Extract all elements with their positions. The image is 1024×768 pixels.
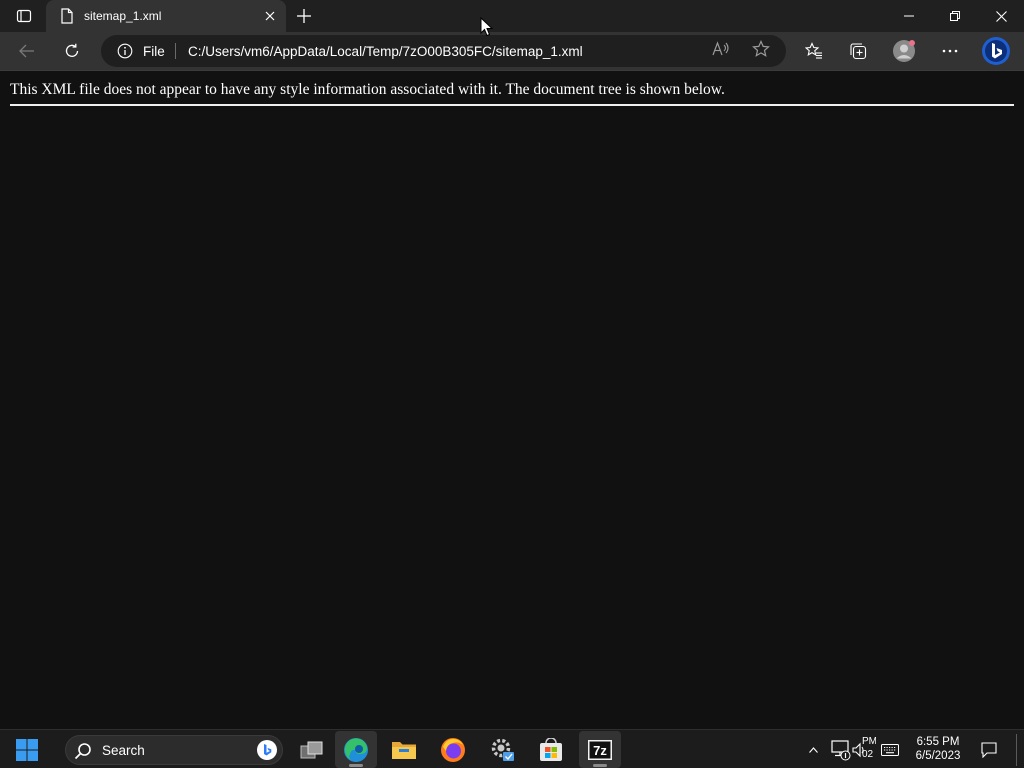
- show-hidden-icons-button[interactable]: [806, 740, 820, 760]
- restore-button[interactable]: [932, 0, 978, 32]
- touch-keyboard-button[interactable]: [880, 740, 900, 760]
- taskbar: Search 7z PM 02 6:55 PM 6/5/2023: [0, 729, 1024, 768]
- taskbar-app-edge[interactable]: [335, 731, 377, 768]
- windows-logo-icon: [16, 738, 38, 761]
- refresh-button[interactable]: [56, 36, 88, 66]
- active-indicator: [593, 764, 607, 767]
- favorites-list-icon: [805, 42, 822, 59]
- mouse-cursor-icon: [480, 17, 494, 37]
- firefox-icon: [441, 737, 465, 762]
- close-window-button[interactable]: [978, 0, 1024, 32]
- taskbar-app-firefox[interactable]: [432, 731, 474, 768]
- xml-no-style-notice: This XML file does not appear to have an…: [10, 81, 725, 98]
- browser-tab-active[interactable]: sitemap_1.xml: [46, 0, 286, 32]
- keyboard-icon: [881, 744, 899, 756]
- notifications-button[interactable]: [978, 739, 1000, 761]
- add-favorite-button[interactable]: [750, 38, 772, 60]
- favorites-button[interactable]: [798, 36, 830, 66]
- tray-clipped-text: PM 02: [862, 735, 876, 765]
- taskbar-app-file-explorer[interactable]: [383, 731, 425, 768]
- clock-date: 6/5/2023: [915, 750, 961, 762]
- search-label: Search: [102, 743, 145, 758]
- minimize-icon: [904, 15, 914, 17]
- notification-icon: [981, 742, 997, 758]
- taskbar-app-7zip[interactable]: 7z: [579, 731, 621, 768]
- scheme-label: File: [143, 44, 165, 59]
- title-bar: sitemap_1.xml: [0, 0, 1024, 32]
- back-button[interactable]: [11, 36, 43, 66]
- task-view-icon: [300, 741, 323, 758]
- taskbar-app-settings[interactable]: [482, 731, 524, 768]
- store-icon: [540, 737, 562, 761]
- address-separator: [175, 43, 176, 59]
- settings-gear-icon: [491, 738, 514, 761]
- minimize-button[interactable]: [886, 0, 932, 32]
- file-icon: [59, 8, 75, 24]
- bing-chat-button[interactable]: [980, 36, 1012, 66]
- profile-button[interactable]: [888, 36, 920, 66]
- start-button[interactable]: [6, 731, 48, 768]
- search-icon: [74, 743, 91, 760]
- taskbar-clock[interactable]: 6:55 PM 6/5/2023: [904, 735, 972, 763]
- address-bar[interactable]: File C:/Users/vm6/AppData/Local/Temp/7zO…: [101, 35, 786, 67]
- bing-icon: [982, 37, 1010, 65]
- close-icon: [265, 11, 275, 21]
- taskbar-app-store[interactable]: [530, 731, 572, 768]
- network-tray-button[interactable]: [830, 740, 852, 761]
- new-tab-button[interactable]: [292, 4, 316, 28]
- restore-icon: [950, 11, 960, 21]
- collections-button[interactable]: [842, 36, 874, 66]
- 7zip-icon: 7z: [588, 739, 612, 760]
- avatar-icon: [893, 40, 915, 62]
- chevron-up-icon: [808, 747, 818, 753]
- taskbar-search[interactable]: Search: [65, 735, 283, 765]
- star-icon: [752, 40, 770, 57]
- notice-rule: [10, 104, 1014, 106]
- page-content: This XML file does not appear to have an…: [0, 71, 1024, 729]
- more-icon: [942, 49, 958, 53]
- tab-close-button[interactable]: [262, 8, 278, 24]
- bing-icon: [257, 740, 277, 760]
- active-indicator: [349, 764, 363, 767]
- clock-time: 6:55 PM: [916, 736, 960, 748]
- arrow-left-icon: [19, 44, 34, 58]
- tab-actions-icon: [16, 9, 32, 23]
- tab-actions-button[interactable]: [8, 4, 40, 28]
- collections-icon: [850, 43, 867, 60]
- read-aloud-button[interactable]: [710, 38, 732, 60]
- info-icon[interactable]: [117, 43, 133, 59]
- settings-more-button[interactable]: [934, 36, 966, 66]
- network-icon: [831, 740, 851, 761]
- edge-icon: [344, 737, 368, 762]
- folder-icon: [392, 741, 416, 759]
- tab-title: sitemap_1.xml: [84, 9, 162, 23]
- close-icon: [995, 10, 1007, 22]
- svg-text:7z: 7z: [593, 743, 607, 758]
- task-view-button[interactable]: [291, 731, 333, 768]
- refresh-icon: [65, 43, 79, 57]
- tray-clip-top: PM: [862, 736, 876, 747]
- tray-clip-bottom: 02: [862, 749, 874, 760]
- show-desktop-button[interactable]: [1016, 734, 1017, 766]
- plus-icon: [297, 9, 311, 23]
- read-aloud-icon: [712, 41, 729, 56]
- url-text[interactable]: C:/Users/vm6/AppData/Local/Temp/7zO00B30…: [188, 44, 583, 59]
- browser-toolbar: File C:/Users/vm6/AppData/Local/Temp/7zO…: [0, 32, 1024, 70]
